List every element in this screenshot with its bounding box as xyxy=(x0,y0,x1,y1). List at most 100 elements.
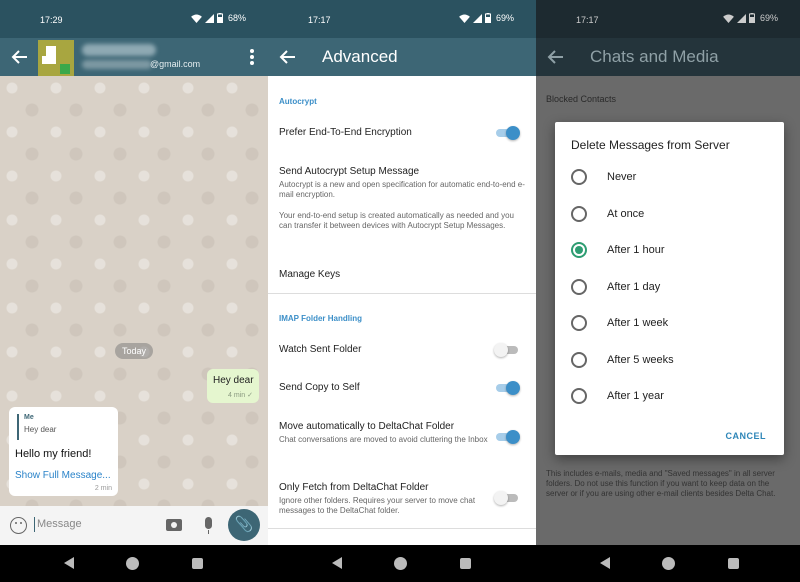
quoted-message[interactable]: Me Hey dear xyxy=(17,414,56,440)
back-arrow-icon[interactable] xyxy=(278,47,298,67)
signal-icon xyxy=(204,13,214,23)
camera-icon[interactable] xyxy=(166,519,182,531)
blurred-contact-email xyxy=(82,60,152,69)
nav-recents-icon[interactable] xyxy=(192,558,203,569)
status-time: 17:29 xyxy=(40,15,63,25)
quote-author: Me xyxy=(24,414,34,421)
option-never[interactable]: Never xyxy=(571,167,636,187)
more-options-icon[interactable] xyxy=(250,49,254,65)
advanced-settings-screen: 17:17 69% Advanced Autocrypt Prefer End-… xyxy=(268,0,536,582)
blocked-contacts-item[interactable]: Blocked Contacts xyxy=(546,94,616,104)
chats-media-screen: 17:17 69% Chats and Media Blocked Contac… xyxy=(536,0,800,582)
pref-e2e-toggle[interactable] xyxy=(494,125,520,141)
nav-recents-icon[interactable] xyxy=(728,558,739,569)
message-composer: Message 📎 xyxy=(0,506,268,545)
paperclip-icon: 📎 xyxy=(234,516,254,533)
move-auto-toggle[interactable] xyxy=(494,429,520,445)
send-copy-toggle[interactable] xyxy=(494,380,520,396)
battery-icon xyxy=(748,13,755,23)
option-after-1-hour[interactable]: After 1 hour xyxy=(571,240,664,260)
option-after-1-year[interactable]: After 1 year xyxy=(571,386,664,406)
system-nav-bar xyxy=(268,545,536,582)
radio-icon xyxy=(571,169,587,185)
message-text: Hello my friend! xyxy=(15,448,92,460)
settings-list: Autocrypt Prefer End-To-End Encryption S… xyxy=(268,76,536,545)
dialog-title: Delete Messages from Server xyxy=(571,138,730,152)
signal-icon xyxy=(736,13,746,23)
cancel-button[interactable]: CANCEL xyxy=(726,431,767,441)
watch-sent-toggle[interactable] xyxy=(494,342,520,358)
move-auto-title[interactable]: Move automatically to DeltaChat Folder xyxy=(279,421,454,432)
radio-icon xyxy=(571,352,587,368)
back-arrow-icon[interactable] xyxy=(10,47,30,67)
nav-home-icon[interactable] xyxy=(662,557,675,570)
move-auto-summary: Chat conversations are moved to avoid cl… xyxy=(279,435,488,444)
battery-percent: 69% xyxy=(759,13,778,23)
nav-back-icon[interactable] xyxy=(600,557,610,569)
message-time: 2 min xyxy=(94,485,112,492)
chat-header: @gmail.com xyxy=(0,38,268,76)
section-header-autocrypt: Autocrypt xyxy=(279,97,317,106)
pref-e2e-label[interactable]: Prefer End-To-End Encryption xyxy=(279,127,412,138)
battery-percent: 69% xyxy=(495,13,514,23)
radio-icon xyxy=(571,388,587,404)
option-after-5-weeks[interactable]: After 5 weeks xyxy=(571,350,674,370)
watch-sent-label[interactable]: Watch Sent Folder xyxy=(279,344,361,355)
battery-icon xyxy=(216,13,223,23)
incoming-message[interactable]: Me Hey dear Hello my friend! Show Full M… xyxy=(9,407,118,496)
message-text: Hey dear xyxy=(213,375,254,386)
only-fetch-title[interactable]: Only Fetch from DeltaChat Folder xyxy=(279,482,429,493)
option-after-1-day[interactable]: After 1 day xyxy=(571,277,660,297)
send-autocrypt-setup-title[interactable]: Send Autocrypt Setup Message xyxy=(279,166,419,177)
show-full-message-link[interactable]: Show Full Message... xyxy=(15,470,111,481)
option-after-1-week[interactable]: After 1 week xyxy=(571,313,668,333)
nav-recents-icon[interactable] xyxy=(460,558,471,569)
chat-screen: 17:29 68% @gmail.com Today Hey dear 4 mi… xyxy=(0,0,268,582)
avatar[interactable] xyxy=(38,40,74,76)
nav-back-icon[interactable] xyxy=(64,557,74,569)
back-arrow-icon[interactable] xyxy=(546,47,566,67)
nav-home-icon[interactable] xyxy=(394,557,407,570)
page-title: Advanced xyxy=(322,47,398,66)
radio-selected-icon xyxy=(571,242,587,258)
section-header-imap: IMAP Folder Handling xyxy=(279,314,362,323)
status-time: 17:17 xyxy=(576,15,599,25)
system-nav-bar xyxy=(536,545,800,582)
read-check-icon: ✓ xyxy=(247,392,253,399)
only-fetch-summary: Ignore other folders. Requires your serv… xyxy=(279,496,476,515)
date-separator: Today xyxy=(115,343,154,359)
radio-icon xyxy=(571,315,587,331)
status-bar: 17:17 69% xyxy=(268,0,536,38)
signal-icon xyxy=(472,13,482,23)
status-time: 17:17 xyxy=(308,15,331,25)
nav-back-icon[interactable] xyxy=(332,557,342,569)
settings-header: Chats and Media xyxy=(536,38,800,76)
send-autocrypt-setup-summary: Autocrypt is a new and open specificatio… xyxy=(279,180,525,199)
message-time: 4 min ✓ xyxy=(228,392,253,399)
page-title: Chats and Media xyxy=(590,47,719,66)
option-at-once[interactable]: At once xyxy=(571,204,644,224)
delete-messages-dialog: Delete Messages from Server Never At onc… xyxy=(555,122,784,455)
wifi-icon xyxy=(723,13,734,23)
wifi-icon xyxy=(191,13,202,23)
send-copy-label[interactable]: Send Copy to Self xyxy=(279,382,360,393)
only-fetch-toggle[interactable] xyxy=(494,490,520,506)
blurred-contact-name xyxy=(82,44,156,56)
wifi-icon xyxy=(459,13,470,23)
divider xyxy=(268,293,536,294)
outgoing-message[interactable]: Hey dear 4 min ✓ xyxy=(207,369,259,403)
divider xyxy=(268,528,536,529)
delete-server-description: This includes e-mails, media and "Saved … xyxy=(546,469,776,498)
battery-percent: 68% xyxy=(227,13,246,23)
send-autocrypt-setup-summary-2: Your end-to-end setup is created automat… xyxy=(279,211,514,230)
message-input[interactable]: Message xyxy=(34,517,82,532)
status-bar: 17:29 68% xyxy=(0,0,268,38)
contact-email-suffix: @gmail.com xyxy=(150,59,201,69)
nav-home-icon[interactable] xyxy=(126,557,139,570)
quote-text: Hey dear xyxy=(24,425,57,434)
microphone-icon[interactable] xyxy=(205,517,212,534)
manage-keys-item[interactable]: Manage Keys xyxy=(279,269,340,280)
attach-button[interactable]: 📎 xyxy=(228,509,260,541)
radio-icon xyxy=(571,206,587,222)
emoji-icon[interactable] xyxy=(10,517,27,534)
